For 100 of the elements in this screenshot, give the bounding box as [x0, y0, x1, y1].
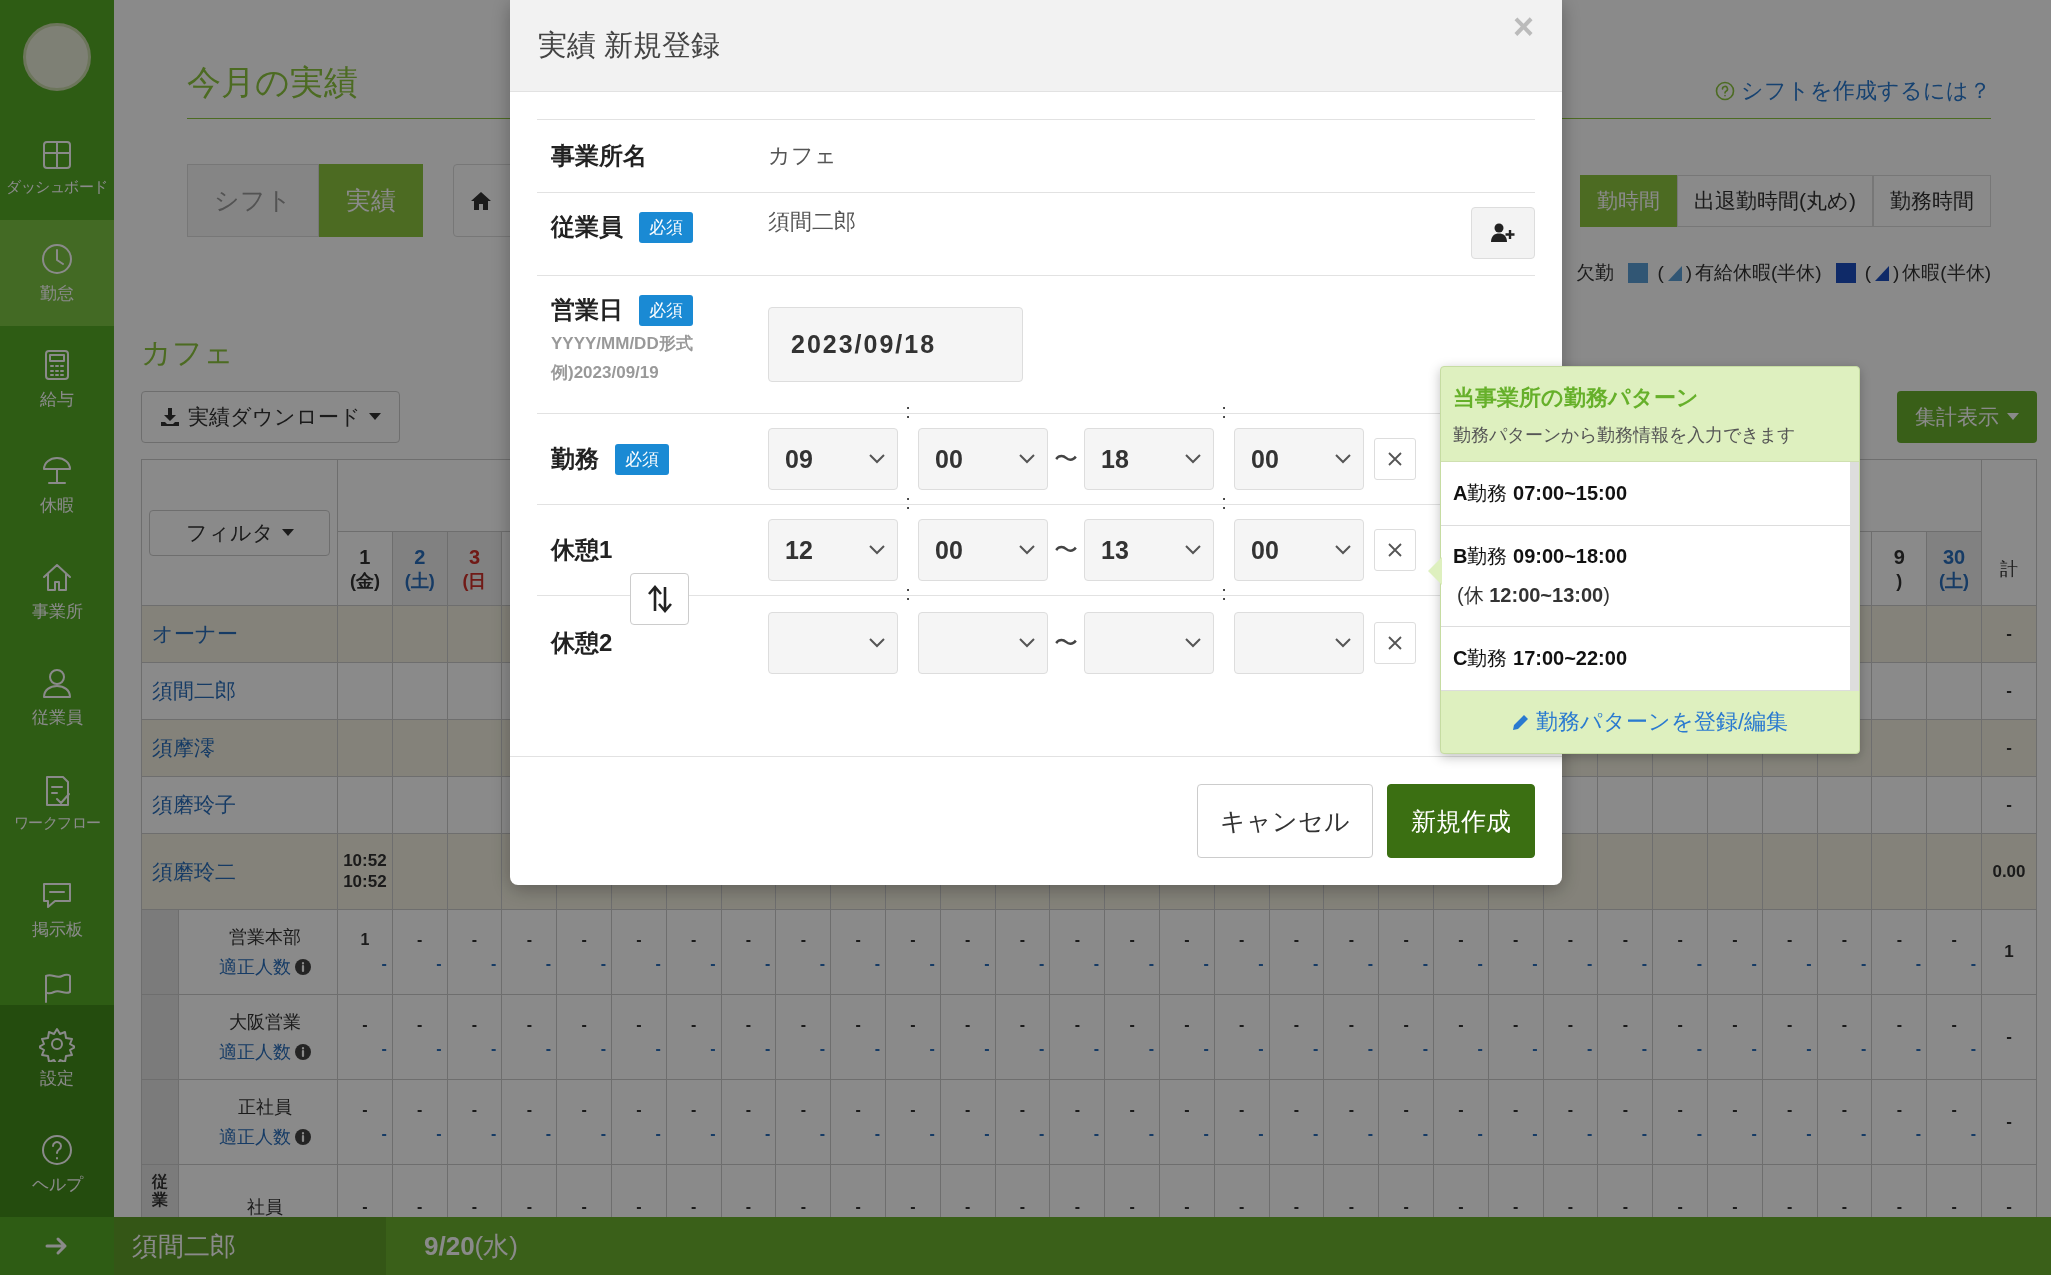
target-value: - [544, 955, 552, 973]
day-number: 1 [359, 544, 371, 570]
count-value: - [580, 1016, 588, 1034]
target-value: - [1202, 1125, 1209, 1143]
count-value: - [1621, 931, 1629, 949]
target-value: - [490, 955, 497, 973]
count-value: - [1950, 1198, 1958, 1216]
format-hint: YYYY/MM/DD形式 [551, 333, 694, 355]
count-value: - [1457, 1198, 1465, 1216]
weekday-label: (土) [404, 569, 435, 593]
count-value: - [1676, 931, 1684, 949]
count-value: - [1566, 1198, 1575, 1216]
target-value: - [983, 955, 990, 973]
count-value: - [635, 1101, 643, 1119]
day-number: 9 [1893, 544, 1905, 570]
count-value: - [1621, 1101, 1629, 1119]
target-value: - [764, 955, 771, 973]
group-header: 従業 [152, 1173, 168, 1209]
target-value: - [1421, 1125, 1428, 1143]
target-value: - [1366, 1125, 1374, 1143]
count-value: - [1402, 1101, 1410, 1119]
count-value: - [525, 1198, 533, 1216]
pattern-name: C勤務 17:00~22:00 [1453, 646, 1628, 671]
count-value: - [854, 1101, 862, 1119]
target-value: - [435, 955, 442, 973]
table-cell: 1 [1982, 910, 2037, 995]
field-label: 従業員 [551, 212, 623, 242]
target-value: - [1366, 1040, 1374, 1058]
office-title: カフェ [141, 335, 234, 371]
target-value: - [1476, 1040, 1483, 1058]
count-value: - [1840, 1101, 1849, 1119]
target-value: - [1750, 1125, 1757, 1143]
legend-label: 欠勤 [1576, 261, 1615, 285]
target-value: - [1476, 1125, 1483, 1143]
target-value: - [1969, 955, 1976, 973]
target-value: - [654, 955, 661, 973]
count-value: - [580, 931, 588, 949]
count-value: - [854, 931, 862, 949]
count-value: - [416, 1101, 424, 1119]
target-value: - [1202, 1040, 1209, 1058]
count-value: - [1895, 1198, 1903, 1216]
count-value: - [1950, 931, 1958, 949]
count-value: - [690, 1016, 698, 1034]
target-value: - [1695, 1040, 1702, 1058]
weekday-label: ) [1896, 569, 1903, 593]
count-value: - [1018, 931, 1027, 949]
count-value: - [1786, 1016, 1794, 1034]
table-cell: - [1982, 606, 2037, 663]
count-value: - [1840, 1016, 1849, 1034]
count-value: - [470, 1016, 479, 1034]
count-value: - [1073, 1198, 1081, 1216]
target-value: - [709, 1040, 716, 1058]
count-value: - [909, 931, 917, 949]
target-value: - [435, 1040, 442, 1058]
count-value: - [964, 931, 972, 949]
table-cell: - [1982, 663, 2037, 720]
count-value: - [525, 931, 533, 949]
count-value: - [1073, 1101, 1081, 1119]
count-value: - [1786, 931, 1794, 949]
target-value: - [709, 1125, 716, 1143]
target-value: - [1421, 955, 1428, 973]
count-value: - [799, 1198, 807, 1216]
popover-title: 当事業所の勤務パターン [1453, 384, 1700, 412]
target-value: - [1914, 1125, 1922, 1143]
target-value: - [1257, 1040, 1264, 1058]
count-value: - [1457, 931, 1465, 949]
target-value: - [1202, 955, 1209, 973]
target-value: - [928, 1125, 935, 1143]
format-hint: 例)2023/09/19 [551, 362, 660, 384]
count-value: - [1018, 1016, 1027, 1034]
time-colon: : [1220, 491, 1228, 514]
count-value: - [1292, 1101, 1301, 1119]
target-value: - [818, 955, 826, 973]
target-value: - [928, 1040, 935, 1058]
count-value: - [1731, 931, 1739, 949]
target-value: - [599, 955, 606, 973]
target-value: - [983, 1040, 990, 1058]
time-colon: : [1220, 400, 1228, 423]
target-value: - [1038, 1040, 1045, 1058]
count-value: - [964, 1198, 972, 1216]
target-value: - [1695, 955, 1702, 973]
count-value: - [1238, 931, 1246, 949]
count-value: - [964, 1101, 972, 1119]
target-value: - [1969, 1040, 1976, 1058]
target-value: - [1640, 1040, 1648, 1058]
paren-text: ) [1685, 262, 1693, 284]
target-value: - [1147, 955, 1154, 973]
count-value: - [1512, 1198, 1520, 1216]
target-value: - [544, 1040, 552, 1058]
target-value: - [380, 1040, 387, 1058]
time-colon: : [904, 400, 912, 423]
modal-title: 実績 新規登録 [538, 27, 721, 63]
count-value: - [1402, 1016, 1410, 1034]
count-value: - [1840, 1198, 1849, 1216]
count-value: - [1731, 1101, 1739, 1119]
required-badge: 必須 [639, 211, 693, 243]
target-value: - [1640, 1125, 1648, 1143]
target-value: - [1805, 1125, 1812, 1143]
field-label: 休憩2 [551, 628, 613, 658]
count-value: - [1512, 931, 1520, 949]
